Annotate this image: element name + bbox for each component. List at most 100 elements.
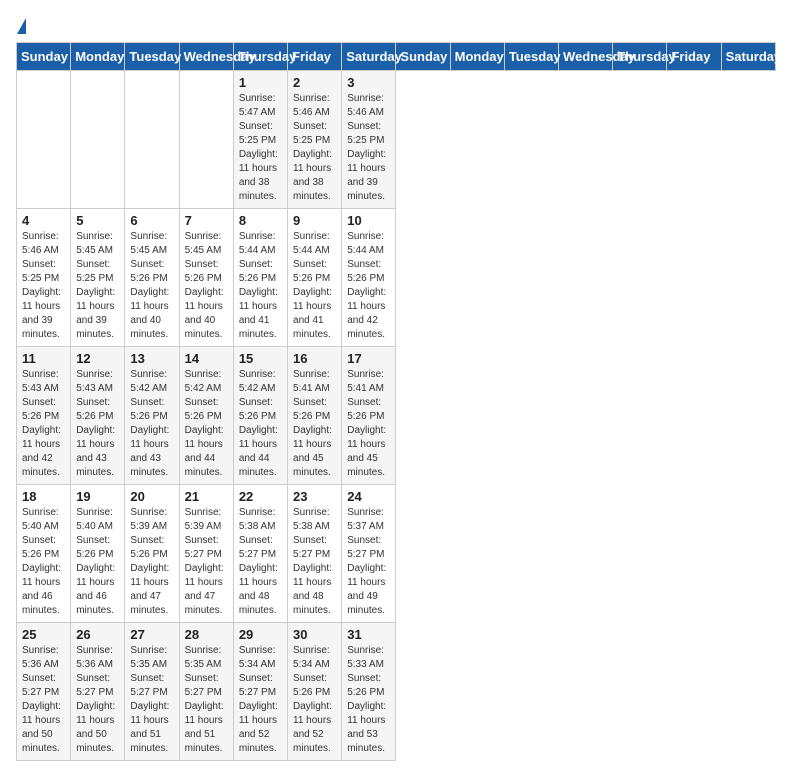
day-number: 22 <box>239 489 282 504</box>
logo <box>16 16 26 32</box>
calendar-cell: 7Sunrise: 5:45 AM Sunset: 5:26 PM Daylig… <box>179 209 233 347</box>
col-header-friday: Friday <box>667 43 721 71</box>
day-number: 11 <box>22 351 65 366</box>
day-info: Sunrise: 5:33 AM Sunset: 5:26 PM Dayligh… <box>347 644 390 756</box>
week-row-5: 25 Sunrise: 5:36 AM Sunset: 5:27 PM Dayli… <box>17 623 776 761</box>
header-monday: Monday <box>71 43 125 71</box>
day-info: Sunrise: 5:46 AM Sunset: 5:25 PM Dayligh… <box>22 230 65 342</box>
day-info: Sunrise: 5:37 AM Sunset: 5:27 PM Dayligh… <box>347 506 390 618</box>
day-number: 14 <box>185 351 228 366</box>
day-number: 28 <box>185 627 228 642</box>
day-info: Sunrise: 5:45 AM Sunset: 5:26 PM Dayligh… <box>130 230 173 342</box>
day-info: Sunrise: 5:35 AM Sunset: 5:27 PM Dayligh… <box>185 644 228 756</box>
day-info: Sunrise: 5:44 AM Sunset: 5:26 PM Dayligh… <box>239 230 282 342</box>
calendar-cell: 1 Sunrise: 5:47 AM Sunset: 5:25 PM Daylig… <box>233 71 287 209</box>
day-number: 30 <box>293 627 336 642</box>
calendar-cell: 17 Sunrise: 5:41 AM Sunset: 5:26 PM Dayli… <box>342 347 396 485</box>
day-info: Sunrise: 5:39 AM Sunset: 5:27 PM Dayligh… <box>185 506 228 618</box>
calendar-cell: 30 Sunrise: 5:34 AM Sunset: 5:26 PM Dayli… <box>288 623 342 761</box>
day-info: Sunrise: 5:42 AM Sunset: 5:26 PM Dayligh… <box>130 368 173 480</box>
day-info: Sunrise: 5:36 AM Sunset: 5:27 PM Dayligh… <box>76 644 119 756</box>
day-info: Sunrise: 5:41 AM Sunset: 5:26 PM Dayligh… <box>347 368 390 480</box>
calendar-table: SundayMondayTuesdayWednesdayThursdayFrid… <box>16 42 776 761</box>
calendar-cell: 18 Sunrise: 5:40 AM Sunset: 5:26 PM Dayli… <box>17 485 71 623</box>
day-number: 20 <box>130 489 173 504</box>
page-header <box>16 16 776 32</box>
col-header-monday: Monday <box>450 43 504 71</box>
day-info: Sunrise: 5:44 AM Sunset: 5:26 PM Dayligh… <box>293 230 336 342</box>
calendar-cell: 22 Sunrise: 5:38 AM Sunset: 5:27 PM Dayli… <box>233 485 287 623</box>
day-number: 2 <box>293 75 336 90</box>
calendar-cell: 28 Sunrise: 5:35 AM Sunset: 5:27 PM Dayli… <box>179 623 233 761</box>
calendar-cell <box>71 71 125 209</box>
day-number: 1 <box>239 75 282 90</box>
week-row-4: 18 Sunrise: 5:40 AM Sunset: 5:26 PM Dayli… <box>17 485 776 623</box>
calendar-cell: 14Sunrise: 5:42 AM Sunset: 5:26 PM Dayli… <box>179 347 233 485</box>
day-number: 16 <box>293 351 336 366</box>
calendar-cell: 6Sunrise: 5:45 AM Sunset: 5:26 PM Daylig… <box>125 209 179 347</box>
calendar-cell: 3Sunrise: 5:46 AM Sunset: 5:25 PM Daylig… <box>342 71 396 209</box>
calendar-cell: 13 Sunrise: 5:42 AM Sunset: 5:26 PM Dayli… <box>125 347 179 485</box>
calendar-cell: 24 Sunrise: 5:37 AM Sunset: 5:27 PM Dayli… <box>342 485 396 623</box>
col-header-sunday: Sunday <box>396 43 450 71</box>
header-friday: Friday <box>288 43 342 71</box>
day-info: Sunrise: 5:40 AM Sunset: 5:26 PM Dayligh… <box>22 506 65 618</box>
day-info: Sunrise: 5:47 AM Sunset: 5:25 PM Dayligh… <box>239 92 282 204</box>
calendar-cell: 26 Sunrise: 5:36 AM Sunset: 5:27 PM Dayli… <box>71 623 125 761</box>
col-header-wednesday: Wednesday <box>559 43 613 71</box>
day-info: Sunrise: 5:34 AM Sunset: 5:27 PM Dayligh… <box>239 644 282 756</box>
day-number: 27 <box>130 627 173 642</box>
calendar-cell: 27Sunrise: 5:35 AM Sunset: 5:27 PM Dayli… <box>125 623 179 761</box>
day-info: Sunrise: 5:38 AM Sunset: 5:27 PM Dayligh… <box>239 506 282 618</box>
day-number: 24 <box>347 489 390 504</box>
header-tuesday: Tuesday <box>125 43 179 71</box>
week-row-3: 11 Sunrise: 5:43 AM Sunset: 5:26 PM Dayli… <box>17 347 776 485</box>
day-number: 7 <box>185 213 228 228</box>
calendar-cell: 12Sunrise: 5:43 AM Sunset: 5:26 PM Dayli… <box>71 347 125 485</box>
day-number: 8 <box>239 213 282 228</box>
header-wednesday: Wednesday <box>179 43 233 71</box>
calendar-cell <box>125 71 179 209</box>
day-info: Sunrise: 5:42 AM Sunset: 5:26 PM Dayligh… <box>239 368 282 480</box>
day-number: 5 <box>76 213 119 228</box>
day-number: 19 <box>76 489 119 504</box>
header-saturday: Saturday <box>342 43 396 71</box>
calendar-cell: 19 Sunrise: 5:40 AM Sunset: 5:26 PM Dayli… <box>71 485 125 623</box>
calendar-cell: 31 Sunrise: 5:33 AM Sunset: 5:26 PM Dayli… <box>342 623 396 761</box>
logo-triangle-icon <box>17 18 26 34</box>
calendar-cell: 16 Sunrise: 5:41 AM Sunset: 5:26 PM Dayli… <box>288 347 342 485</box>
day-info: Sunrise: 5:46 AM Sunset: 5:25 PM Dayligh… <box>293 92 336 204</box>
calendar-cell: 4Sunrise: 5:46 AM Sunset: 5:25 PM Daylig… <box>17 209 71 347</box>
header-thursday: Thursday <box>233 43 287 71</box>
day-number: 31 <box>347 627 390 642</box>
day-info: Sunrise: 5:46 AM Sunset: 5:25 PM Dayligh… <box>347 92 390 204</box>
calendar-cell: 10Sunrise: 5:44 AM Sunset: 5:26 PM Dayli… <box>342 209 396 347</box>
calendar-cell: 15 Sunrise: 5:42 AM Sunset: 5:26 PM Dayli… <box>233 347 287 485</box>
day-info: Sunrise: 5:34 AM Sunset: 5:26 PM Dayligh… <box>293 644 336 756</box>
calendar-cell: 23 Sunrise: 5:38 AM Sunset: 5:27 PM Dayli… <box>288 485 342 623</box>
calendar-cell: 25 Sunrise: 5:36 AM Sunset: 5:27 PM Dayli… <box>17 623 71 761</box>
calendar-cell <box>179 71 233 209</box>
day-number: 15 <box>239 351 282 366</box>
day-info: Sunrise: 5:45 AM Sunset: 5:25 PM Dayligh… <box>76 230 119 342</box>
day-number: 23 <box>293 489 336 504</box>
day-info: Sunrise: 5:36 AM Sunset: 5:27 PM Dayligh… <box>22 644 65 756</box>
day-number: 12 <box>76 351 119 366</box>
header-sunday: Sunday <box>17 43 71 71</box>
day-number: 26 <box>76 627 119 642</box>
day-number: 17 <box>347 351 390 366</box>
day-number: 21 <box>185 489 228 504</box>
day-number: 18 <box>22 489 65 504</box>
day-info: Sunrise: 5:40 AM Sunset: 5:26 PM Dayligh… <box>76 506 119 618</box>
calendar-cell: 21 Sunrise: 5:39 AM Sunset: 5:27 PM Dayli… <box>179 485 233 623</box>
calendar-header-row: SundayMondayTuesdayWednesdayThursdayFrid… <box>17 43 776 71</box>
day-number: 13 <box>130 351 173 366</box>
day-number: 25 <box>22 627 65 642</box>
week-row-2: 4Sunrise: 5:46 AM Sunset: 5:25 PM Daylig… <box>17 209 776 347</box>
day-info: Sunrise: 5:43 AM Sunset: 5:26 PM Dayligh… <box>22 368 65 480</box>
day-number: 29 <box>239 627 282 642</box>
day-info: Sunrise: 5:38 AM Sunset: 5:27 PM Dayligh… <box>293 506 336 618</box>
calendar-cell: 11 Sunrise: 5:43 AM Sunset: 5:26 PM Dayli… <box>17 347 71 485</box>
day-info: Sunrise: 5:41 AM Sunset: 5:26 PM Dayligh… <box>293 368 336 480</box>
day-info: Sunrise: 5:44 AM Sunset: 5:26 PM Dayligh… <box>347 230 390 342</box>
